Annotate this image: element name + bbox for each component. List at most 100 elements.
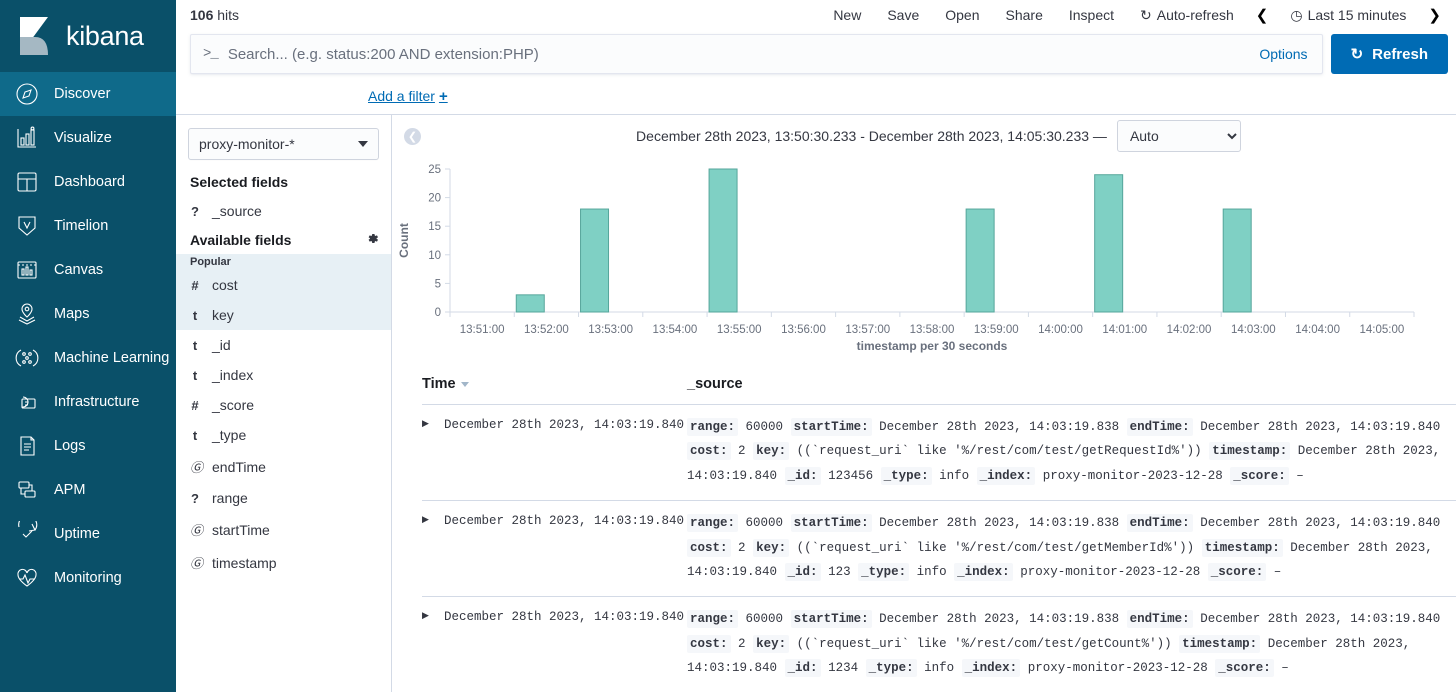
add-filter-button[interactable]: Add a filter + — [368, 88, 448, 105]
machine-learning-icon — [14, 345, 40, 371]
source-field-key: range: — [687, 514, 739, 533]
filter-bar: Add a filter + — [176, 78, 1456, 115]
table-row[interactable]: ▶ December 28th 2023, 14:03:19.840 range… — [422, 597, 1456, 692]
histogram-chart[interactable]: 0 5 10 15 20 25 13:51:00 13:52:00 13:53:00 13:54:… — [392, 157, 1456, 362]
sidebar-item-visualize[interactable]: Visualize — [0, 116, 176, 160]
kibana-logo[interactable]: kibana — [0, 0, 176, 72]
query-bar: >_ Search... (e.g. status:200 AND extens… — [176, 30, 1456, 78]
field-type-icon: t — [192, 337, 198, 353]
sidebar-item-maps[interactable]: Maps — [0, 292, 176, 336]
source-field-key: _score: — [1207, 562, 1267, 581]
chevron-left-circle-icon[interactable]: ❮ — [404, 127, 421, 145]
sidebar-item-canvas[interactable]: Canvas — [0, 248, 176, 292]
gear-icon[interactable] — [366, 232, 379, 248]
row-source: range: 60000 startTime: December 28th 20… — [687, 511, 1456, 584]
sidebar-item-infrastructure[interactable]: Infrastructure — [0, 380, 176, 424]
field-item-_source[interactable]: ? _source — [176, 196, 391, 226]
source-field-key: _id: — [784, 466, 821, 485]
triangle-right-icon: ▶ — [422, 514, 429, 525]
kibana-app: kibana Discover Visualize Dashboard Time… — [0, 0, 1456, 692]
row-expand-toggle[interactable]: ▶ — [422, 607, 444, 680]
field-item-cost[interactable]: # cost — [176, 270, 391, 300]
field-item-_index[interactable]: t _index — [176, 360, 391, 390]
source-field-value: December 28th 2023, 14:03:19.840 — [1200, 516, 1441, 531]
field-name: endTime — [212, 458, 266, 475]
svg-text:14:02:00: 14:02:00 — [1167, 324, 1212, 336]
source-field-key: key: — [753, 634, 790, 653]
source-field-key: timestamp: — [1179, 634, 1261, 653]
open-button[interactable]: Open — [932, 7, 992, 23]
inspect-button[interactable]: Inspect — [1056, 7, 1127, 23]
new-button[interactable]: New — [820, 7, 874, 23]
sidebar-item-apm[interactable]: APM — [0, 468, 176, 512]
field-item-startTime[interactable]: Ⓖ startTime — [176, 513, 391, 546]
save-button[interactable]: Save — [874, 7, 932, 23]
source-field-key: timestamp: — [1201, 538, 1283, 557]
source-field-value: – — [1296, 468, 1304, 483]
field-item-_score[interactable]: # _score — [176, 390, 391, 420]
triangle-right-icon: ▶ — [422, 610, 429, 621]
nav-item-list: Discover Visualize Dashboard Timelion Ca… — [0, 72, 176, 600]
sidebar-item-timelion[interactable]: Timelion — [0, 204, 176, 248]
auto-refresh-button[interactable]: ↻ Auto-refresh — [1127, 7, 1247, 24]
sidebar-item-label: Maps — [54, 306, 90, 322]
field-type-icon: ? — [191, 203, 199, 219]
row-time: December 28th 2023, 14:03:19.840 — [444, 514, 685, 529]
sidebar-item-dashboard[interactable]: Dashboard — [0, 160, 176, 204]
compass-icon — [14, 81, 40, 107]
sidebar-item-label: Dashboard — [54, 174, 125, 190]
time-next-button[interactable]: ❯ — [1419, 6, 1450, 24]
source-field-value: ((`request_uri` like '%/rest/com/test/ge… — [796, 444, 1202, 459]
kibana-logo-text: kibana — [66, 20, 144, 51]
table-row[interactable]: ▶ December 28th 2023, 14:03:19.840 range… — [422, 501, 1456, 598]
source-field-key: _score: — [1215, 659, 1274, 677]
svg-text:25: 25 — [428, 164, 441, 176]
options-button[interactable]: Options — [1259, 46, 1309, 62]
documents-table: Time _source ▶ December 28th 2023, 14:03… — [392, 362, 1456, 692]
share-button[interactable]: Share — [993, 7, 1056, 23]
row-expand-toggle[interactable]: ▶ — [422, 415, 444, 488]
popular-field-list: # cost t key — [176, 270, 391, 330]
uptime-icon — [14, 521, 40, 547]
interval-select[interactable]: AutoMillisecondSecondMinuteHourlyDailyWe… — [1116, 120, 1241, 152]
field-item-endTime[interactable]: Ⓖ endTime — [176, 450, 391, 483]
refresh-button[interactable]: ↻ Refresh — [1330, 34, 1448, 74]
apm-icon — [14, 477, 40, 503]
column-header-time[interactable]: Time — [422, 376, 687, 392]
search-input[interactable]: >_ Search... (e.g. status:200 AND extens… — [190, 34, 1323, 74]
field-item-range[interactable]: ? range — [176, 483, 391, 513]
index-pattern-select[interactable]: proxy-monitor-* — [188, 128, 379, 160]
sidebar-item-machine-learning[interactable]: Machine Learning — [0, 336, 176, 380]
field-item-_type[interactable]: t _type — [176, 420, 391, 450]
available-field-list: t _id t _index # _score t _type Ⓖ endTim… — [176, 330, 391, 579]
time-prev-button[interactable]: ❮ — [1247, 6, 1278, 24]
clock-icon: ◷ — [1290, 6, 1303, 23]
discover-body: proxy-monitor-* Selected fields ? _sourc… — [176, 115, 1456, 692]
field-item-timestamp[interactable]: Ⓖ timestamp — [176, 546, 391, 579]
sidebar-item-monitoring[interactable]: Monitoring — [0, 556, 176, 600]
time-picker-button[interactable]: ◷ Last 15 minutes — [1277, 7, 1419, 24]
field-type-icon: # — [191, 397, 199, 413]
field-item-_id[interactable]: t _id — [176, 330, 391, 360]
source-field-key: key: — [753, 538, 790, 557]
source-field-key: range: — [687, 610, 739, 629]
row-source: range: 60000 startTime: December 28th 20… — [687, 415, 1456, 488]
source-field-key: startTime: — [790, 418, 872, 436]
query-prompt-icon: >_ — [203, 46, 219, 62]
field-sidebar: proxy-monitor-* Selected fields ? _sourc… — [176, 115, 392, 692]
chevron-down-icon — [358, 141, 368, 147]
kibana-logo-icon — [14, 15, 56, 57]
triangle-right-icon: ▶ — [422, 418, 429, 428]
sidebar-item-label: Logs — [54, 438, 86, 454]
row-expand-toggle[interactable]: ▶ — [422, 511, 444, 584]
source-field-value: 60000 — [745, 420, 784, 434]
field-name: _type — [212, 427, 247, 443]
sidebar-item-uptime[interactable]: Uptime — [0, 512, 176, 556]
field-item-key[interactable]: t key — [176, 300, 391, 330]
sidebar-item-logs[interactable]: Logs — [0, 424, 176, 468]
sort-desc-icon[interactable] — [460, 381, 469, 387]
table-row[interactable]: ▶ December 28th 2023, 14:03:19.840 range… — [422, 405, 1456, 502]
sidebar-item-discover[interactable]: Discover — [0, 72, 176, 116]
available-fields-title: Available fields — [176, 226, 391, 254]
source-field-key: _index: — [961, 659, 1021, 677]
